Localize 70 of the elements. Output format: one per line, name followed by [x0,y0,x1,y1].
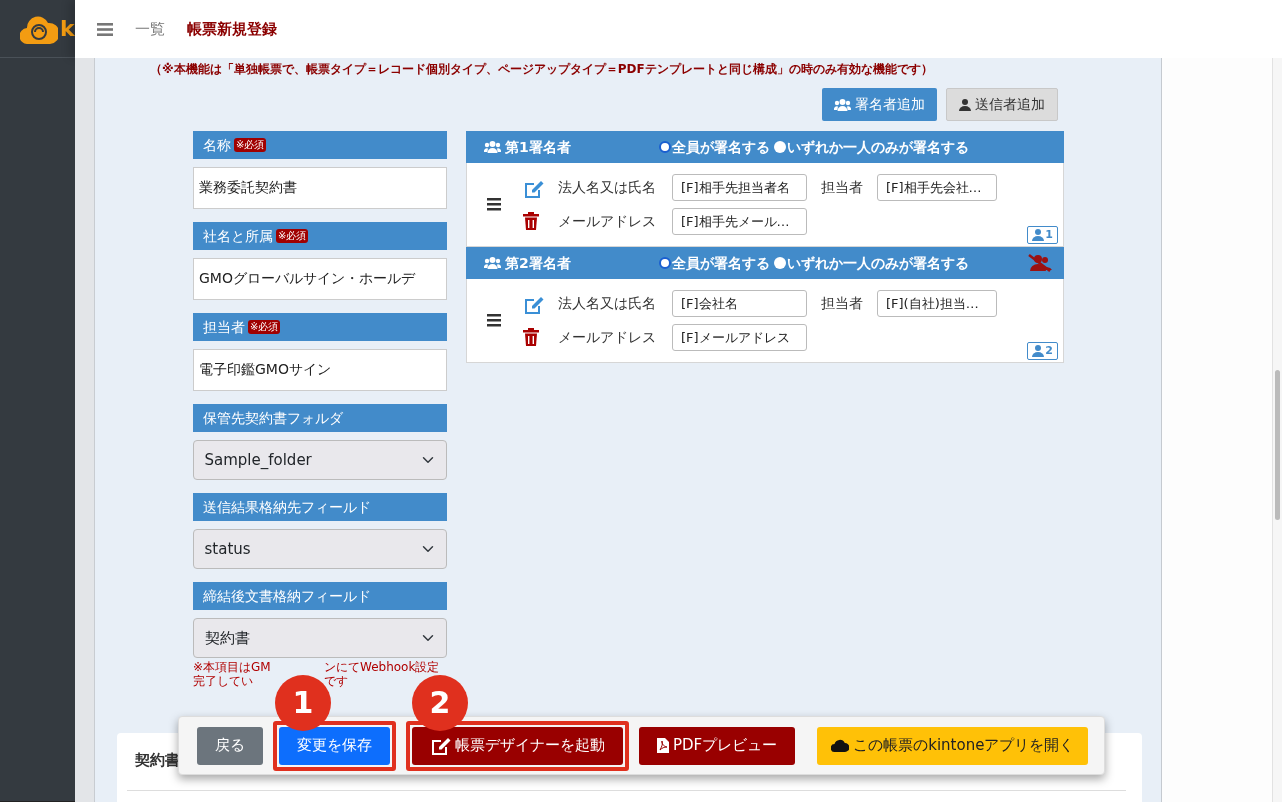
text-input[interactable]: 業務委託契約書 [193,167,447,209]
field-label: 担当者 [203,317,245,337]
breadcrumb-link[interactable]: 一覧 [135,17,165,41]
radio-option[interactable]: いずれか一人のみが署名する [774,136,969,158]
field-label: 送信結果格納先フィールド [203,497,371,517]
required-badge: ※必須 [276,229,309,243]
edit-icon [430,736,451,755]
signer-title: 第1署名者 [505,137,571,157]
designer-button[interactable]: 帳票デザイナーを起動 [412,726,623,765]
menu-icon [97,22,113,36]
pdf-file-icon [657,738,669,753]
required-badge: ※必須 [248,320,281,334]
cloud-icon [831,739,850,752]
user-slash-icon[interactable] [1028,254,1052,272]
text-input[interactable]: [F](自社)担当… [877,290,997,317]
field-label: 法人名又は氏名 [558,294,657,313]
signer-title: 第2署名者 [505,253,571,273]
user-icon [1032,344,1045,357]
logo-text: k [60,17,75,40]
kintone-button[interactable]: この帳票のkintoneアプリを開く [817,726,1089,765]
select-field[interactable]: Sample_folder [193,440,447,480]
radio-option[interactable]: 全員が署名する [659,136,770,158]
page-title: 帳票新規登録 [187,18,277,40]
people-icon [834,98,851,111]
required-badge: ※必須 [234,138,267,152]
card-title: 契約書 [135,750,180,771]
text-input[interactable]: [F]相手先メール… [672,208,807,235]
select-field[interactable]: 契約書 [193,618,447,658]
field-label: メールアドレス [558,328,657,347]
scrollbar-thumb[interactable] [1275,370,1280,520]
edit-icon[interactable] [523,295,544,314]
back-button[interactable]: 戻る [197,726,263,765]
notice-text: （※本機能は「単独帳票で、帳票タイプ＝レコード個別タイプ、ページアップタイプ＝PDFテンプレートと同じ構成」の時のみ有効な機能です） [149,61,934,78]
field-label: メールアドレス [558,212,657,231]
note-text: です [324,674,348,689]
trash-icon[interactable] [523,212,539,230]
user-icon [959,98,971,111]
trash-icon[interactable] [523,328,539,346]
drag-handle-icon [487,198,501,211]
add-sender-button[interactable]: 送信者追加 [946,88,1058,121]
scrollbar[interactable] [1272,58,1282,802]
people-icon [484,257,501,269]
radio-option[interactable]: 全員が署名する [659,252,770,274]
signer-order-badge: 2 [1027,341,1058,360]
field-label: 名称 [203,135,231,155]
drag-handle-icon [487,314,501,327]
pdf-button[interactable]: PDFプレビュー [639,726,796,765]
radio-option[interactable]: いずれか一人のみが署名する [774,252,969,274]
note-text: 完了してい [193,674,253,689]
field-label: 社名と所属 [203,226,273,246]
text-input[interactable]: [F]相手先担当者名 [672,174,807,201]
note-text: ※本項目はGM [193,660,271,674]
note-text: ンにてWebhook設定 [324,660,440,674]
add-signer-button[interactable]: 署名者追加 [822,88,937,121]
text-input[interactable]: GMOグローバルサイン・ホールデ [193,258,447,300]
field-label: 法人名又は氏名 [558,178,657,197]
field-label: 保管先契約書フォルダ [203,408,343,428]
save-button[interactable]: 変更を保存 [279,726,390,765]
text-input[interactable]: [F]メールアドレス [672,324,807,351]
edit-icon[interactable] [523,179,544,198]
signer-order-badge: 1 [1027,225,1058,244]
select-field[interactable]: status [193,529,447,569]
field-label: 締結後文書格納フィールド [203,586,371,606]
field-label: 担当者 [820,294,864,313]
people-icon [484,141,501,153]
user-icon [1032,228,1045,241]
text-input[interactable]: [F]会社名 [672,290,807,317]
field-label: 担当者 [820,178,864,197]
text-input[interactable]: 電子印鑑GMOサイン [193,349,447,391]
text-input[interactable]: [F]相手先会社… [877,174,997,201]
